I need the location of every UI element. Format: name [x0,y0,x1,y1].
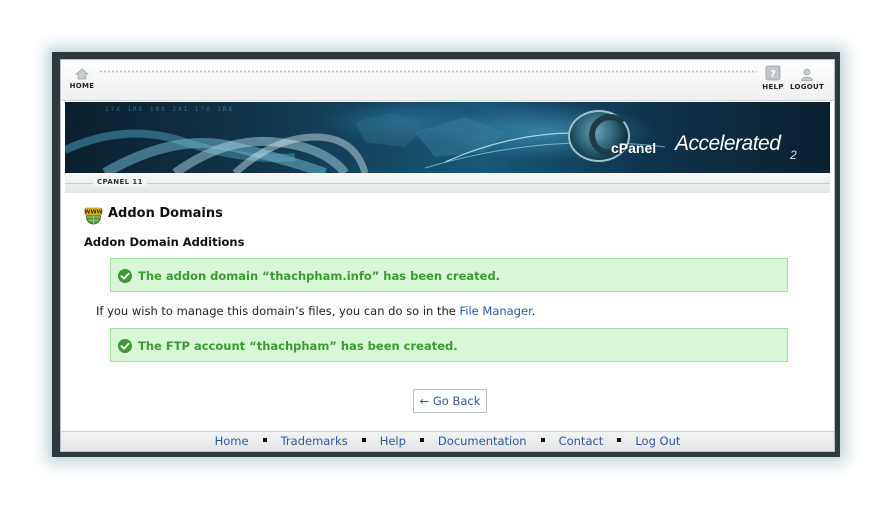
footer-link-contact[interactable]: Contact [559,434,604,448]
success-message-ftp-text: The FTP account “thachpham” has been cre… [138,339,458,353]
home-button[interactable]: HOME [67,68,97,90]
home-icon [75,68,89,80]
footer-link-logout[interactable]: Log Out [635,434,680,448]
go-back-button[interactable]: ← Go Back [413,389,487,413]
dotted-divider [99,70,757,73]
version-bar: CPANEL 11 [65,173,830,193]
footer-link-help[interactable]: Help [380,434,406,448]
svg-text:?: ? [770,69,776,80]
svg-text:WWW: WWW [84,210,102,216]
success-message-domain-text: The addon domain “thachpham.info” has be… [138,269,501,283]
section-subtitle: Addon Domain Additions [84,235,245,249]
footer-link-trademarks[interactable]: Trademarks [281,434,348,448]
success-check-icon [118,269,132,283]
version-bar-line [65,183,830,184]
cpanel-banner: 1?X 1RX 1RX 2X1 1?X 1RX cPanel Accelerat… [65,102,830,173]
footer-separator [540,438,545,442]
success-check-icon [118,339,132,353]
file-manager-link[interactable]: File Manager [460,304,532,318]
info-text: If you wish to manage this domain’s file… [96,304,456,318]
footer-separator [617,438,622,442]
page-title: Addon Domains [108,206,223,221]
logout-label: LOGOUT [789,83,825,91]
user-logout-icon [801,68,813,81]
cpanel-page: HOME ? HELP LOGOUT 1?X 1RX 1RX 2X1 1?X 1… [60,59,835,452]
footer-separator [419,438,424,442]
footer-link-home[interactable]: Home [215,434,249,448]
info-end: . [531,304,536,318]
help-button[interactable]: ? HELP [758,65,788,91]
footer-separator [262,438,267,442]
help-label: HELP [762,83,784,91]
home-label: HOME [69,82,95,90]
footer-separator [361,438,366,442]
help-icon: ? [765,65,781,81]
www-globe-icon: WWW [84,207,103,225]
top-bar: HOME ? HELP LOGOUT [61,60,834,101]
version-label: CPANEL 11 [93,178,147,186]
success-message-domain: The addon domain “thachpham.info” has be… [110,258,788,292]
file-manager-info: If you wish to manage this domain’s file… [96,304,535,318]
success-message-ftp: The FTP account “thachpham” has been cre… [110,328,788,362]
footer-nav: Home Trademarks Help Documentation Contact Lo… [61,431,834,451]
cpanel-logo-version: 2 [790,148,797,162]
cpanel-logo-tagline: Accelerated [675,132,781,155]
logout-button[interactable]: LOGOUT [789,68,825,91]
cpanel-logo-name: cPanel [611,140,657,156]
footer-link-documentation[interactable]: Documentation [438,434,527,448]
